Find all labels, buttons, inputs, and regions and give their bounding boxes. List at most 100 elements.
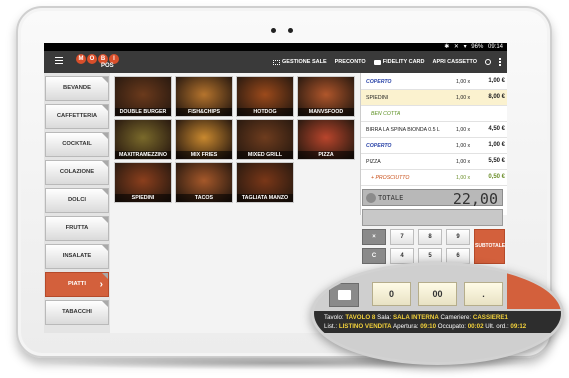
category-label: TABACCHI [62,309,92,315]
product-tile[interactable]: MANVSFOOD [297,76,355,117]
hamburger-menu-icon[interactable] [55,57,63,65]
listino-label: List.: [324,323,338,330]
ultimo-ordine-label: Ult. ord.: [485,323,509,330]
key-00[interactable]: 00 [418,282,457,306]
product-label: TAGLIATA MANZO [237,194,293,202]
subtotal-button[interactable]: SUBTOTALE [474,229,505,264]
total-display: TOTALE 22,00 [362,189,503,208]
order-item-qty: 1,00 x [456,79,471,85]
order-item-qty: 1,00 x [456,95,471,101]
key-c[interactable]: C [362,248,386,264]
category-insalate[interactable]: INSALATE [45,244,109,269]
enter-key-zoomed[interactable] [507,265,561,309]
category-sidebar: BEVANDE CAFFETTERIA COCKTAIL COLAZIONE D… [44,73,110,333]
order-item-qty: 1,00 x [456,127,471,133]
order-row[interactable]: COPERTO 1,00 x 1,00 € [361,74,507,90]
action-label: GESTIONE SALE [282,59,327,65]
status-bar: ✱ ✕ ▾ 96% 09:14 [44,43,507,51]
top-bar: M O B I POS GESTIONE SALE PRECONTO FIDEL… [44,51,507,73]
total-value: 22,00 [452,190,498,208]
category-colazione[interactable]: COLAZIONE [45,160,109,185]
category-cocktail[interactable]: COCKTAIL [45,132,109,157]
table-info-bar: Tavolo: TAVOLO 8 Sala: SALA INTERNA Came… [314,311,561,333]
category-frutta[interactable]: FRUTTA [45,216,109,241]
order-row[interactable]: BEN COTTA [361,106,507,122]
input-display [362,209,503,226]
category-label: CAFFETTERIA [56,113,98,119]
product-label: PIZZA [298,151,354,159]
mute-icon: ✕ [453,44,459,50]
category-label: BEVANDE [63,85,91,91]
product-tile[interactable]: TAGLIATA MANZO [236,162,294,203]
cameriere-label: Cameriere: [440,314,472,321]
key-8[interactable]: 8 [418,229,442,245]
order-item-name: COPERTO [366,143,392,149]
order-item-price: 1,00 € [488,142,505,148]
zoom-magnifier: 0 00 . Tavolo: TAVOLO 8 Sala: SALA INTER… [311,262,564,365]
clear-entry-button[interactable]: × [362,229,386,245]
category-dolci[interactable]: DOLCI [45,188,109,213]
print-button[interactable] [329,283,359,307]
key-decimal[interactable]: . [464,282,503,306]
gestione-sale-button[interactable]: GESTIONE SALE [273,59,327,65]
sala-value: SALA INTERNA [392,314,439,321]
product-tile[interactable]: MIX FRIES [175,119,233,160]
order-item-qty: 1,00 x [456,143,471,149]
cameriere-value: CASSIERE1 [472,314,508,321]
product-label: DOUBLE BURGER [115,108,171,116]
top-actions: GESTIONE SALE PRECONTO FIDELITY CARD APR… [273,51,501,73]
order-row[interactable]: COPERTO 1,00 x 1,00 € [361,138,507,154]
product-tile[interactable]: TACOS [175,162,233,203]
occupato-value: 00:02 [467,323,484,330]
apri-cassetto-button[interactable]: APRI CASSETTO [432,59,477,65]
order-row[interactable]: BIRRA LA SPINA BIONDA 0.5 L 1,00 x 4,50 € [361,122,507,138]
product-tile[interactable]: MIXED GRILL [236,119,294,160]
category-bevande[interactable]: BEVANDE [45,76,109,101]
action-label: APRI CASSETTO [432,59,477,65]
product-tile[interactable]: FISH&CHIPS [175,76,233,117]
sync-icon[interactable] [485,59,491,65]
product-tile[interactable]: PIZZA [297,119,355,160]
product-label: MANVSFOOD [298,108,354,116]
order-item-name: SPIEDINI [366,95,389,101]
product-label: TACOS [176,194,232,202]
order-item-price: 0,50 € [488,174,505,180]
order-row[interactable]: + PROSCIUTTO 1,00 x 0,50 € [361,170,507,186]
fidelity-card-button[interactable]: FIDELITY CARD [373,59,424,65]
camera-dot [271,28,276,33]
product-tile[interactable]: SPIEDINI [114,162,172,203]
sala-label: Sala: [377,314,392,321]
order-row[interactable]: SPIEDINI 1,00 x 8,00 € [361,90,507,106]
order-item-name: BIRRA LA SPINA BIONDA 0.5 L [366,127,440,133]
apertura-value: 09:10 [420,323,437,330]
preconto-button[interactable]: PRECONTO [335,59,366,65]
order-row[interactable]: PIZZA 1,00 x 5,50 € [361,154,507,170]
occupato-label: Occupato: [437,323,466,330]
key-0[interactable]: 0 [372,282,411,306]
order-item-name: COPERTO [366,79,392,85]
product-tile[interactable]: DOUBLE BURGER [114,76,172,117]
product-tile[interactable]: HOTDOG [236,76,294,117]
category-label: PIATTI [68,281,86,287]
ultimo-ordine-value: 09:12 [510,323,527,330]
product-grid: DOUBLE BURGER FISH&CHIPS HOTDOG MANVSFOOD MA… [114,76,358,206]
more-options-icon[interactable] [499,58,501,66]
logo-letter: M [76,54,86,64]
category-tabacchi[interactable]: TABACCHI [45,300,109,325]
category-piatti[interactable]: PIATTI › [45,272,109,297]
key-9[interactable]: 9 [446,229,470,245]
key-4[interactable]: 4 [390,248,414,264]
total-label: TOTALE [378,194,404,202]
printer-icon [338,290,351,300]
product-label: SPIEDINI [115,194,171,202]
product-tile[interactable]: MAXITRAMEZZINO [114,119,172,160]
product-label: FISH&CHIPS [176,108,232,116]
order-item-name: PIZZA [366,159,381,165]
order-item-price: 5,50 € [488,158,505,164]
key-7[interactable]: 7 [390,229,414,245]
info-line-1: Tavolo: TAVOLO 8 Sala: SALA INTERNA Came… [324,314,508,321]
category-caffetteria[interactable]: CAFFETTERIA [45,104,109,129]
wifi-icon: ▾ [463,44,467,50]
category-label: FRUTTA [65,225,89,231]
bluetooth-icon: ✱ [444,44,450,50]
